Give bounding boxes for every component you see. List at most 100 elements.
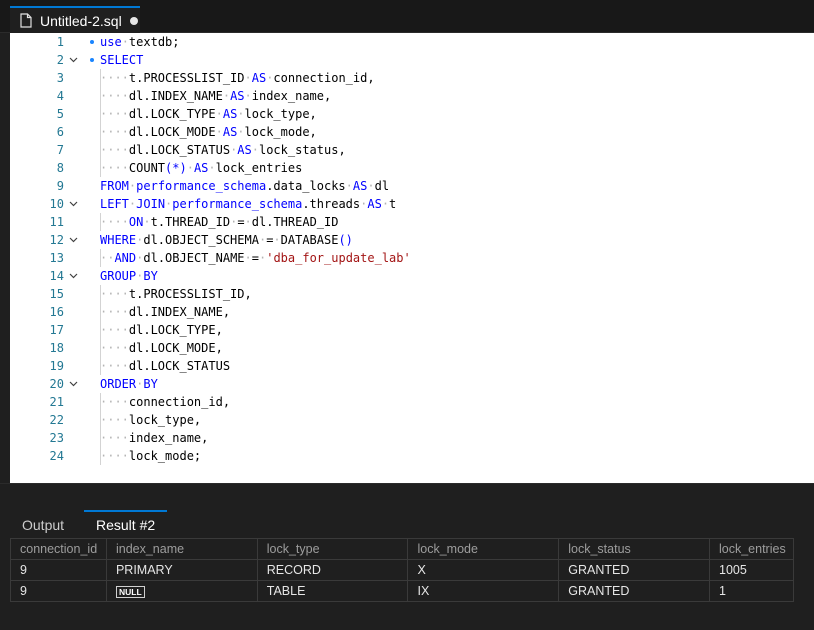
- code-text: ····t.PROCESSLIST_ID·AS·connection_id,: [100, 69, 375, 87]
- grid-cell[interactable]: RECORD: [256, 559, 409, 581]
- code-token: ON: [128, 215, 144, 229]
- grid-cell[interactable]: GRANTED: [558, 559, 710, 581]
- code-token: WHERE: [100, 233, 137, 247]
- code-token: index_name,: [128, 431, 209, 445]
- code-token: ····: [100, 431, 129, 445]
- code-token: BY: [143, 269, 158, 283]
- line-number: 6: [56, 125, 64, 139]
- code-line[interactable]: 14 GROUP·BY: [10, 267, 814, 285]
- code-line[interactable]: 21 ····connection_id,: [10, 393, 814, 411]
- code-text: ····index_name,: [100, 429, 208, 447]
- code-line[interactable]: 11 ····ON·t.THREAD_ID·=·dl.THREAD_ID: [10, 213, 814, 231]
- code-token: t.PROCESSLIST_ID,: [128, 287, 252, 301]
- code-token: index_name,: [251, 89, 332, 103]
- grid-cell[interactable]: 1005: [709, 559, 794, 581]
- code-line[interactable]: 20 ORDER·BY: [10, 375, 814, 393]
- code-token: ·: [237, 107, 245, 121]
- code-text: LEFT·JOIN·performance_schema.threads·AS·…: [100, 195, 396, 213]
- code-token: DATABASE: [280, 233, 339, 247]
- line-number: 14: [49, 269, 64, 283]
- null-badge: NULL: [115, 585, 145, 598]
- code-text: ····dl.INDEX_NAME·AS·index_name,: [100, 87, 331, 105]
- line-number: 16: [49, 305, 64, 319]
- line-number: 8: [56, 161, 64, 175]
- code-line[interactable]: 3 ····t.PROCESSLIST_ID·AS·connection_id,: [10, 69, 814, 87]
- line-number: 3: [56, 71, 64, 85]
- grid-cell[interactable]: GRANTED: [558, 580, 710, 602]
- code-token: performance_schema: [136, 179, 267, 193]
- grid-cell[interactable]: IX: [407, 580, 560, 602]
- tab-result-2[interactable]: Result #2: [84, 510, 168, 538]
- code-line[interactable]: 24 ····lock_mode;: [10, 447, 814, 465]
- line-number: 4: [56, 89, 64, 103]
- tab-output[interactable]: Output: [10, 510, 76, 538]
- code-token: ····: [100, 143, 129, 157]
- file-icon: [20, 12, 34, 29]
- code-token: FROM: [100, 179, 129, 193]
- code-token: dl.LOCK_MODE,: [128, 341, 223, 355]
- column-header-lock-status[interactable]: lock_status: [558, 538, 710, 560]
- code-line[interactable]: 18 ····dl.LOCK_MODE,: [10, 339, 814, 357]
- code-token: AS: [230, 89, 245, 103]
- table-row[interactable]: 9 PRIMARY RECORD X GRANTED 1005: [10, 559, 794, 581]
- code-token: ORDER: [100, 377, 137, 391]
- code-line[interactable]: 15 ····t.PROCESSLIST_ID,: [10, 285, 814, 303]
- code-token: dl.INDEX_NAME,: [128, 305, 231, 319]
- editor-tab-bar: Untitled-2.sql: [0, 0, 814, 33]
- column-header-lock-entries[interactable]: lock_entries: [709, 538, 794, 560]
- dirty-dot-icon[interactable]: [129, 16, 138, 25]
- code-line[interactable]: 17 ····dl.LOCK_TYPE,: [10, 321, 814, 339]
- code-token: dl.LOCK_STATUS: [128, 143, 231, 157]
- code-line[interactable]: 23 ····index_name,: [10, 429, 814, 447]
- code-token: t: [389, 197, 397, 211]
- code-line[interactable]: 2 SELECT: [10, 51, 814, 69]
- grid-cell[interactable]: PRIMARY: [105, 559, 258, 581]
- code-line[interactable]: 16 ····dl.INDEX_NAME,: [10, 303, 814, 321]
- grid-cell[interactable]: 9: [10, 559, 107, 581]
- line-number: 21: [49, 395, 64, 409]
- code-token: connection_id,: [128, 395, 231, 409]
- code-token: ····: [100, 359, 129, 373]
- code-line[interactable]: 7 ····dl.LOCK_STATUS·AS·lock_status,: [10, 141, 814, 159]
- code-token: dl.OBJECT_NAME: [143, 251, 245, 265]
- grid-cell[interactable]: X: [407, 559, 560, 581]
- column-header-lock-type[interactable]: lock_type: [256, 538, 409, 560]
- code-token: lock_entries: [215, 161, 303, 175]
- code-text: ····lock_mode;: [100, 447, 201, 465]
- code-line[interactable]: 12 WHERE·dl.OBJECT_SCHEMA·=·DATABASE(): [10, 231, 814, 249]
- code-token: =: [251, 251, 259, 265]
- code-line[interactable]: 4 ····dl.INDEX_NAME·AS·index_name,: [10, 87, 814, 105]
- code-line[interactable]: 13 ··AND·dl.OBJECT_NAME·=·'dba_for_update…: [10, 249, 814, 267]
- code-line[interactable]: 19 ····dl.LOCK_STATUS: [10, 357, 814, 375]
- code-text: ··AND·dl.OBJECT_NAME·=·'dba_for_update_l…: [100, 249, 411, 267]
- panel-divider[interactable]: [0, 483, 814, 510]
- column-header-connection-id[interactable]: connection_id: [10, 538, 107, 560]
- line-number: 10: [49, 197, 64, 211]
- code-token: ·: [273, 233, 281, 247]
- grid-cell[interactable]: 1: [709, 580, 794, 602]
- code-line[interactable]: 10 LEFT·JOIN·performance_schema.threads·A…: [10, 195, 814, 213]
- tab-untitled-2[interactable]: Untitled-2.sql: [10, 6, 140, 33]
- code-line[interactable]: 1 use·textdb;: [10, 33, 814, 51]
- code-line[interactable]: 22 ····lock_type,: [10, 411, 814, 429]
- sql-editor[interactable]: 1 use·textdb; 2 SELECT 3 ····t.PROCESSLIST_ID…: [10, 33, 814, 483]
- grid-cell[interactable]: TABLE: [256, 580, 409, 602]
- code-token: ·: [367, 179, 375, 193]
- code-token: dl.THREAD_ID: [251, 215, 339, 229]
- code-token: textdb;: [128, 35, 180, 49]
- column-header-lock-mode[interactable]: lock_mode: [407, 538, 560, 560]
- code-line[interactable]: 5 ····dl.LOCK_TYPE·AS·lock_type,: [10, 105, 814, 123]
- table-row[interactable]: 9 NULL TABLE IX GRANTED 1: [10, 580, 794, 602]
- code-token: ····: [100, 449, 129, 463]
- result-grid: connection_id index_name lock_type lock_…: [10, 538, 794, 602]
- code-line[interactable]: 6 ····dl.LOCK_MODE·AS·lock_mode,: [10, 123, 814, 141]
- grid-cell[interactable]: NULL: [105, 580, 258, 602]
- code-token: ····: [100, 413, 129, 427]
- code-text: GROUP·BY: [100, 267, 158, 285]
- grid-header-row: connection_id index_name lock_type lock_…: [10, 538, 794, 560]
- code-line[interactable]: 8 ····COUNT(*)·AS·lock_entries: [10, 159, 814, 177]
- code-line[interactable]: 9 FROM·performance_schema.data_locks·AS·d…: [10, 177, 814, 195]
- grid-cell[interactable]: 9: [10, 580, 107, 602]
- code-token: dl.LOCK_TYPE: [128, 107, 216, 121]
- column-header-index-name[interactable]: index_name: [105, 538, 258, 560]
